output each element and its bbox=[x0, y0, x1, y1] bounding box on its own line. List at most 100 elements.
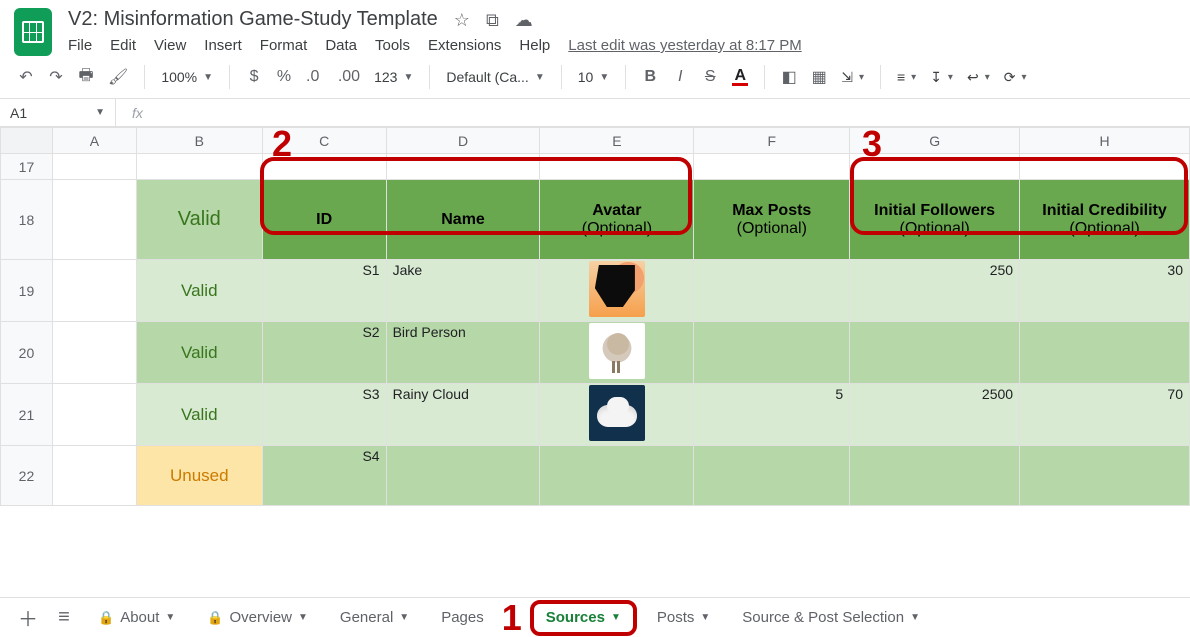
paint-format-icon[interactable]: 🖌 bbox=[104, 64, 132, 90]
cell[interactable] bbox=[1020, 154, 1190, 180]
bold-button[interactable]: B bbox=[638, 64, 662, 90]
add-sheet-icon[interactable]: ＋ bbox=[14, 603, 42, 632]
row-header[interactable]: 19 bbox=[1, 260, 53, 322]
print-icon[interactable]: 🖶 bbox=[74, 64, 98, 90]
cell[interactable] bbox=[136, 154, 262, 180]
cell-credibility[interactable] bbox=[1020, 446, 1190, 506]
sheet-tab-sources[interactable]: Sources▼ bbox=[530, 600, 637, 636]
menu-extensions[interactable]: Extensions bbox=[428, 37, 501, 54]
sheet-tab-selection[interactable]: Source & Post Selection▼ bbox=[730, 598, 932, 637]
cell-max[interactable]: 5 bbox=[694, 384, 850, 446]
undo-icon[interactable]: ↶ bbox=[14, 64, 38, 90]
cell-avatar[interactable] bbox=[540, 446, 694, 506]
cell[interactable] bbox=[540, 154, 694, 180]
cell-id[interactable]: S3 bbox=[262, 384, 386, 446]
valign-dropdown[interactable]: ↧▾ bbox=[926, 69, 957, 86]
cell[interactable] bbox=[52, 384, 136, 446]
sheet-tab-about[interactable]: 🔒About▼ bbox=[86, 598, 187, 637]
all-sheets-icon[interactable]: ≡ bbox=[50, 606, 78, 629]
header-valid[interactable]: Valid bbox=[136, 180, 262, 260]
header-initial-followers[interactable]: Initial Followers(Optional) bbox=[850, 180, 1020, 260]
currency-icon[interactable]: $ bbox=[242, 64, 266, 90]
cell-id[interactable]: S1 bbox=[262, 260, 386, 322]
cell-name[interactable] bbox=[386, 446, 540, 506]
merge-dropdown[interactable]: ⇲▾ bbox=[837, 69, 868, 86]
text-color-button[interactable]: A bbox=[728, 64, 752, 90]
cell[interactable] bbox=[52, 322, 136, 384]
col-header-D[interactable]: D bbox=[386, 128, 540, 154]
dec-decr-icon[interactable]: .0 bbox=[302, 64, 328, 90]
cell-name[interactable]: Rainy Cloud bbox=[386, 384, 540, 446]
font-dropdown[interactable]: Default (Ca...▼ bbox=[442, 69, 548, 85]
cell-id[interactable]: S2 bbox=[262, 322, 386, 384]
cell-id[interactable]: S4 bbox=[262, 446, 386, 506]
strike-button[interactable]: S bbox=[698, 64, 722, 90]
col-header-G[interactable]: G bbox=[850, 128, 1020, 154]
name-box[interactable]: A1 ▼ bbox=[0, 99, 116, 126]
menu-format[interactable]: Format bbox=[260, 37, 308, 54]
col-header-A[interactable]: A bbox=[52, 128, 136, 154]
dec-incr-icon[interactable]: .00 bbox=[334, 64, 364, 90]
sheet-tab-posts[interactable]: Posts▼ bbox=[645, 598, 722, 637]
cell-max[interactable] bbox=[694, 260, 850, 322]
sheet-tab-overview[interactable]: 🔒Overview▼ bbox=[195, 598, 320, 637]
sheets-logo[interactable] bbox=[14, 8, 52, 56]
wrap-dropdown[interactable]: ↩▾ bbox=[963, 69, 994, 86]
cell-avatar[interactable] bbox=[540, 260, 694, 322]
cell-followers[interactable]: 2500 bbox=[850, 384, 1020, 446]
row-header[interactable]: 18 bbox=[1, 180, 53, 260]
menu-edit[interactable]: Edit bbox=[110, 37, 136, 54]
header-initial-credibility[interactable]: Initial Credibility(Optional) bbox=[1020, 180, 1190, 260]
cell-followers[interactable] bbox=[850, 446, 1020, 506]
sheet-tab-general[interactable]: General▼ bbox=[328, 598, 421, 637]
header-name[interactable]: Name bbox=[386, 180, 540, 260]
menu-data[interactable]: Data bbox=[325, 37, 357, 54]
header-max-posts[interactable]: Max Posts(Optional) bbox=[694, 180, 850, 260]
fill-color-icon[interactable]: ◧ bbox=[777, 64, 801, 90]
cell[interactable] bbox=[52, 446, 136, 506]
col-header-F[interactable]: F bbox=[694, 128, 850, 154]
cell[interactable] bbox=[694, 154, 850, 180]
cell[interactable] bbox=[850, 154, 1020, 180]
select-all-corner[interactable] bbox=[1, 128, 53, 154]
cell-name[interactable]: Bird Person bbox=[386, 322, 540, 384]
cell-status[interactable]: Valid bbox=[136, 384, 262, 446]
header-avatar[interactable]: Avatar(Optional) bbox=[540, 180, 694, 260]
doc-title[interactable]: V2: Misinformation Game-Study Template bbox=[68, 8, 438, 31]
cell-credibility[interactable]: 70 bbox=[1020, 384, 1190, 446]
row-header[interactable]: 20 bbox=[1, 322, 53, 384]
menu-tools[interactable]: Tools bbox=[375, 37, 410, 54]
col-header-E[interactable]: E bbox=[540, 128, 694, 154]
cell-status[interactable]: Unused bbox=[136, 446, 262, 506]
cell[interactable] bbox=[386, 154, 540, 180]
italic-button[interactable]: I bbox=[668, 64, 692, 90]
cell-name[interactable]: Jake bbox=[386, 260, 540, 322]
cell-credibility[interactable]: 30 bbox=[1020, 260, 1190, 322]
menu-insert[interactable]: Insert bbox=[204, 37, 242, 54]
header-id[interactable]: ID bbox=[262, 180, 386, 260]
cell-avatar[interactable] bbox=[540, 322, 694, 384]
cloud-saved-icon[interactable]: ☁ bbox=[515, 11, 533, 29]
star-icon[interactable]: ☆ bbox=[454, 11, 470, 29]
redo-icon[interactable]: ↷ bbox=[44, 64, 68, 90]
last-edit-link[interactable]: Last edit was yesterday at 8:17 PM bbox=[568, 37, 801, 54]
cell-status[interactable]: Valid bbox=[136, 322, 262, 384]
cell-max[interactable] bbox=[694, 446, 850, 506]
row-header[interactable]: 22 bbox=[1, 446, 53, 506]
cell[interactable] bbox=[52, 180, 136, 260]
borders-icon[interactable]: ▦ bbox=[807, 64, 831, 90]
sheet-tab-pages[interactable]: Pages bbox=[429, 598, 496, 637]
move-icon[interactable]: ⧉ bbox=[486, 11, 499, 29]
cell-credibility[interactable] bbox=[1020, 322, 1190, 384]
row-header[interactable]: 17 bbox=[1, 154, 53, 180]
cell-max[interactable] bbox=[694, 322, 850, 384]
cell[interactable] bbox=[52, 154, 136, 180]
rotate-dropdown[interactable]: ⟳▾ bbox=[1000, 69, 1031, 86]
menu-file[interactable]: File bbox=[68, 37, 92, 54]
spreadsheet-grid[interactable]: A B C D E F G H 17 18 Valid ID Name Avat… bbox=[0, 127, 1190, 506]
more-formats-dropdown[interactable]: 123▼ bbox=[370, 69, 417, 85]
font-size-dropdown[interactable]: 10▼ bbox=[574, 69, 613, 85]
col-header-B[interactable]: B bbox=[136, 128, 262, 154]
cell[interactable] bbox=[52, 260, 136, 322]
cell[interactable] bbox=[262, 154, 386, 180]
